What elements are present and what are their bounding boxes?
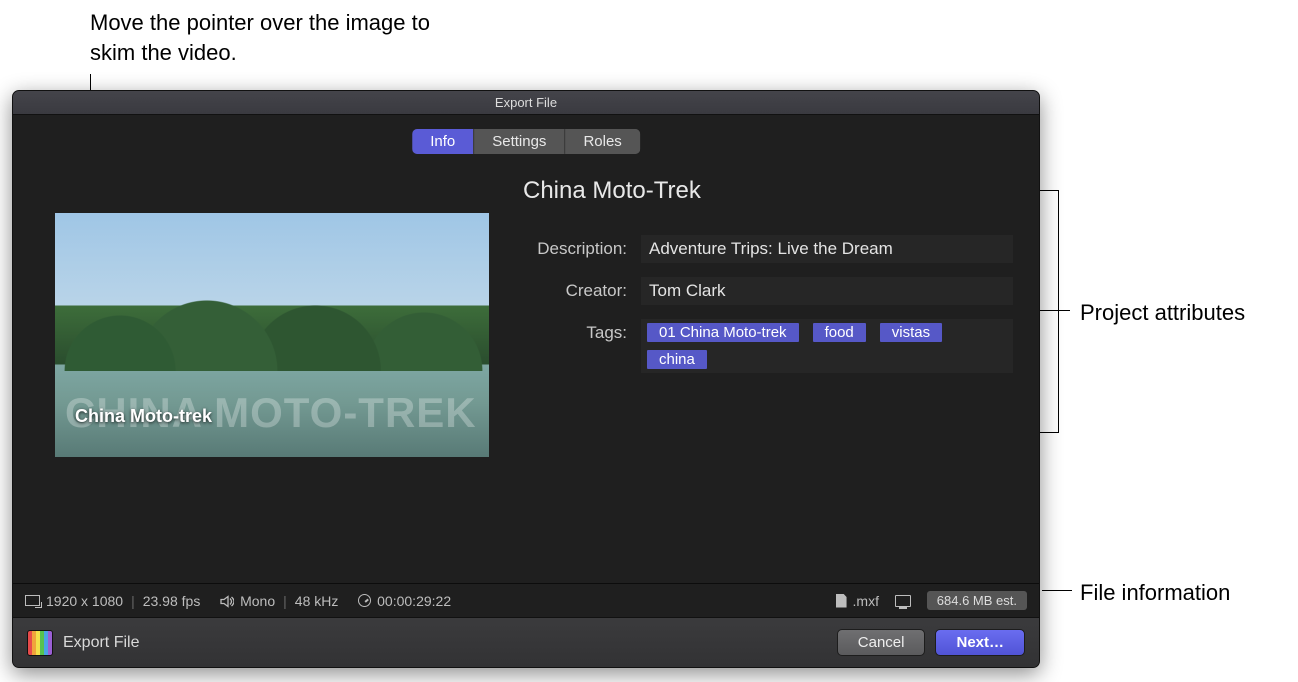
tag-token[interactable]: china — [647, 350, 707, 369]
tags-label: Tags: — [513, 319, 627, 343]
callout-file-information: File information — [1080, 578, 1298, 608]
cancel-button[interactable]: Cancel — [837, 629, 926, 656]
preview-overlay-small: China Moto-trek — [75, 406, 212, 427]
attribute-row-description: Description: Adventure Trips: Live the D… — [513, 235, 1013, 263]
status-resolution: 1920 x 1080 — [46, 593, 123, 609]
window-title: Export File — [495, 95, 557, 110]
clock-icon — [358, 594, 371, 607]
export-file-dialog: Export File Info Settings Roles China Mo… — [12, 90, 1040, 668]
callout-text: Project attributes — [1080, 300, 1245, 325]
status-container: .mxf — [853, 593, 879, 609]
footer-title: Export File — [63, 634, 139, 652]
status-sample-rate: 48 kHz — [295, 593, 339, 609]
status-duration: 00:00:29:22 — [377, 593, 451, 609]
status-bar: 1920 x 1080 | 23.98 fps Mono | 48 kHz 00… — [13, 583, 1039, 617]
tag-token[interactable]: food — [813, 323, 866, 342]
video-preview[interactable]: CHINA MOTO-TREK China Moto-trek — [55, 213, 489, 457]
desktop-icon — [895, 595, 911, 607]
leader-line — [1040, 310, 1070, 311]
speaker-icon — [220, 595, 234, 607]
dialog-footer: Export File Cancel Next… — [13, 617, 1039, 667]
attribute-row-tags: Tags: 01 China Moto-trek food vistas chi… — [513, 319, 1013, 373]
tab-roles[interactable]: Roles — [564, 129, 639, 154]
frame-icon — [25, 595, 40, 606]
app-icon — [27, 630, 53, 656]
creator-field[interactable]: Tom Clark — [641, 277, 1013, 305]
project-attributes: Description: Adventure Trips: Live the D… — [513, 235, 1013, 387]
leader-line — [1040, 432, 1059, 433]
separator: | — [283, 593, 287, 609]
tab-info[interactable]: Info — [412, 129, 473, 154]
file-icon — [836, 594, 847, 608]
tag-token[interactable]: 01 China Moto-trek — [647, 323, 799, 342]
leader-line — [1058, 190, 1059, 432]
attribute-row-creator: Creator: Tom Clark — [513, 277, 1013, 305]
leader-line — [1042, 590, 1072, 591]
tags-field[interactable]: 01 China Moto-trek food vistas china — [641, 319, 1013, 373]
project-title: China Moto-Trek — [523, 177, 701, 205]
next-button[interactable]: Next… — [935, 629, 1025, 656]
leader-line — [1040, 190, 1059, 191]
tag-token[interactable]: vistas — [880, 323, 942, 342]
separator: | — [131, 593, 135, 609]
status-audio: Mono — [240, 593, 275, 609]
status-size-estimate: 684.6 MB est. — [927, 591, 1027, 610]
creator-label: Creator: — [513, 277, 627, 301]
description-label: Description: — [513, 235, 627, 259]
callout-skim: Move the pointer over the image to skim … — [90, 8, 450, 67]
status-fps: 23.98 fps — [143, 593, 201, 609]
description-field[interactable]: Adventure Trips: Live the Dream — [641, 235, 1013, 263]
callout-project-attributes: Project attributes — [1080, 298, 1280, 328]
titlebar: Export File — [13, 91, 1039, 115]
tab-bar: Info Settings Roles — [412, 129, 640, 154]
dialog-body: Info Settings Roles China Moto-Trek CHIN… — [13, 115, 1039, 583]
tab-settings[interactable]: Settings — [473, 129, 564, 154]
